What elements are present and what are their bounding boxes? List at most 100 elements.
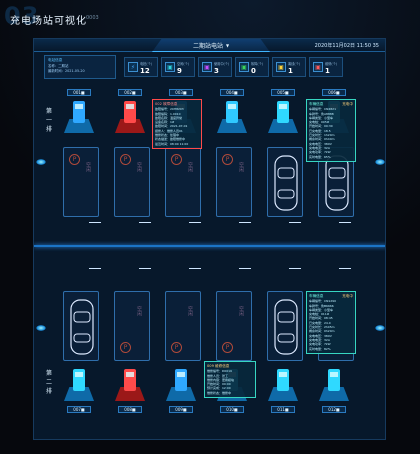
left-edge-light: [36, 159, 46, 165]
parking-spot-004[interactable]: P 空闲: [216, 147, 252, 217]
spot-status: 空闲: [187, 306, 193, 316]
repair-icon: ▣: [313, 62, 323, 72]
parking-spot-008[interactable]: P 空闲: [114, 291, 150, 361]
slot-label-008[interactable]: 008■: [118, 406, 142, 413]
lane-mark: [89, 268, 101, 269]
parking-icon: P: [171, 154, 182, 165]
charger-004[interactable]: [217, 101, 247, 133]
lane-mark: [339, 222, 351, 223]
fault-icon: ▣: [239, 62, 249, 72]
road-divider: [34, 245, 385, 247]
right-edge-light: [375, 159, 385, 165]
stat-value: 3: [214, 67, 219, 75]
page-title: 充电场站可视化: [10, 16, 87, 27]
warning-icon: ▣: [276, 62, 286, 72]
page-code: 0003: [86, 15, 99, 21]
parking-icon: P: [120, 154, 131, 165]
slot-label-002[interactable]: 002■: [118, 89, 142, 96]
charger-002[interactable]: [115, 101, 145, 133]
charger-009[interactable]: [166, 369, 196, 401]
dashboard-screen: 二期站电站 ▼ 2020年11月02日 11:50 35 电站信息 名称：二期站…: [33, 38, 386, 440]
lane-mark: [239, 222, 251, 223]
row-label-2: 第二排: [45, 370, 52, 395]
stat-value: 0: [251, 67, 256, 75]
station-selector[interactable]: 二期站电站 ▼: [152, 39, 270, 52]
fault-popup: 002 故障信息 故障编号：20H8203 故障编码：1.0010 故障名称：温…: [152, 99, 202, 149]
car-icon: [325, 155, 349, 211]
slot-label-010[interactable]: 010■: [220, 406, 244, 413]
parking-icon: P: [69, 154, 80, 165]
parking-spot-003[interactable]: P 空闲: [165, 147, 201, 217]
stat-label: 空闲(个): [177, 62, 190, 66]
parking-spot-002[interactable]: P 空闲: [114, 147, 150, 217]
chevron-down-icon[interactable]: ▼: [226, 43, 229, 48]
slot-label-009[interactable]: 009■: [169, 406, 193, 413]
spot-status: 空闲: [136, 162, 142, 172]
popup-line: 最近时间：08:00 11:00: [155, 141, 189, 146]
slot-label-006[interactable]: 006■: [322, 89, 346, 96]
stat-idle: ▣ 空闲(个) 9: [161, 57, 195, 77]
stat-repair: ▣ 维修(个) 1: [309, 57, 343, 77]
spot-status: 空闲: [187, 162, 193, 172]
stat-fault: ▣ 故障(个) 0: [235, 57, 269, 77]
popup-title: 009 维修信息: [207, 364, 230, 368]
slot-label-001[interactable]: 001■: [67, 89, 91, 96]
parking-spot-010[interactable]: P 空闲: [216, 291, 252, 361]
slot-label-005[interactable]: 005■: [271, 89, 295, 96]
stat-busy: ▣ 使用中(个) 3: [198, 57, 232, 77]
spot-status: 空闲: [136, 306, 142, 316]
parking-icon: P: [222, 154, 233, 165]
slot-label-003[interactable]: 003■: [169, 89, 193, 96]
slot-label-004[interactable]: 004■: [220, 89, 244, 96]
stat-value: 9: [177, 67, 182, 75]
lane-mark: [339, 268, 351, 269]
charger-012[interactable]: [319, 369, 349, 401]
car-icon: [274, 155, 298, 211]
parking-icon: P: [120, 342, 131, 353]
car-icon: [70, 299, 94, 355]
charger-005[interactable]: [268, 101, 298, 133]
slot-label-012[interactable]: 012■: [322, 406, 346, 413]
parking-spot-007[interactable]: [63, 291, 99, 361]
charger-001[interactable]: [64, 101, 94, 133]
info-card-line: 最新时间：2021-05-20: [48, 69, 85, 73]
lane-mark: [139, 268, 151, 269]
parking-spot-011[interactable]: [267, 291, 303, 361]
stat-label: 离线(个): [288, 62, 301, 66]
vehicle-popup-top: 车辆信息 充电中 车辆编号：CN4821 车牌号：鲁A8888 车辆类型：小型车 …: [306, 99, 356, 162]
busy-icon: ▣: [202, 62, 212, 72]
charger-008[interactable]: [115, 369, 145, 401]
spot-status: 空闲: [85, 162, 91, 172]
spot-status: 空闲: [238, 306, 244, 316]
popup-title: 车辆信息 充电中: [309, 294, 353, 298]
stat-label: 故障(个): [251, 62, 264, 66]
station-name: 二期站电站: [192, 42, 223, 50]
car-icon: [274, 299, 298, 355]
popup-line: 实时电量：65%: [309, 154, 331, 159]
station-info-card: 电站信息 名称：二期站 最新时间：2021-05-20: [44, 55, 116, 79]
lane-mark: [289, 268, 301, 269]
stat-label: 维修(个): [325, 62, 338, 66]
parking-spot-005[interactable]: [267, 147, 303, 217]
charger-icon: ⚡: [128, 62, 138, 72]
repair-popup: 009 维修信息 维修编号：D0019 维修人员：张工 维修内容：更换模块 开始…: [204, 361, 256, 399]
parking-spot-001[interactable]: P 空闲: [63, 147, 99, 217]
lane-mark: [189, 268, 201, 269]
popup-title: 002 故障信息: [155, 102, 178, 106]
slot-label-007[interactable]: 007■: [67, 406, 91, 413]
stats-bar: ⚡ 电桩(个) 12 ▣ 空闲(个) 9 ▣ 使用中(个) 3 ▣ 故障(个) 0 ▣ 离线(个)…: [124, 57, 343, 79]
slot-label-011[interactable]: 011■: [271, 406, 295, 413]
right-edge-light: [375, 325, 385, 331]
datetime: 2020年11月02日 11:50 35: [314, 43, 379, 49]
parking-icon: P: [222, 342, 233, 353]
stat-value: 1: [288, 67, 293, 75]
charger-011[interactable]: [268, 369, 298, 401]
parking-spot-009[interactable]: P 空闲: [165, 291, 201, 361]
charger-007[interactable]: [64, 369, 94, 401]
lane-mark: [239, 268, 251, 269]
row-label-1: 第一排: [45, 108, 52, 133]
lane-mark: [289, 222, 301, 223]
lane-mark: [189, 222, 201, 223]
stat-label: 电桩(个): [140, 62, 153, 66]
popup-line: 实时电量：82%: [309, 346, 331, 351]
